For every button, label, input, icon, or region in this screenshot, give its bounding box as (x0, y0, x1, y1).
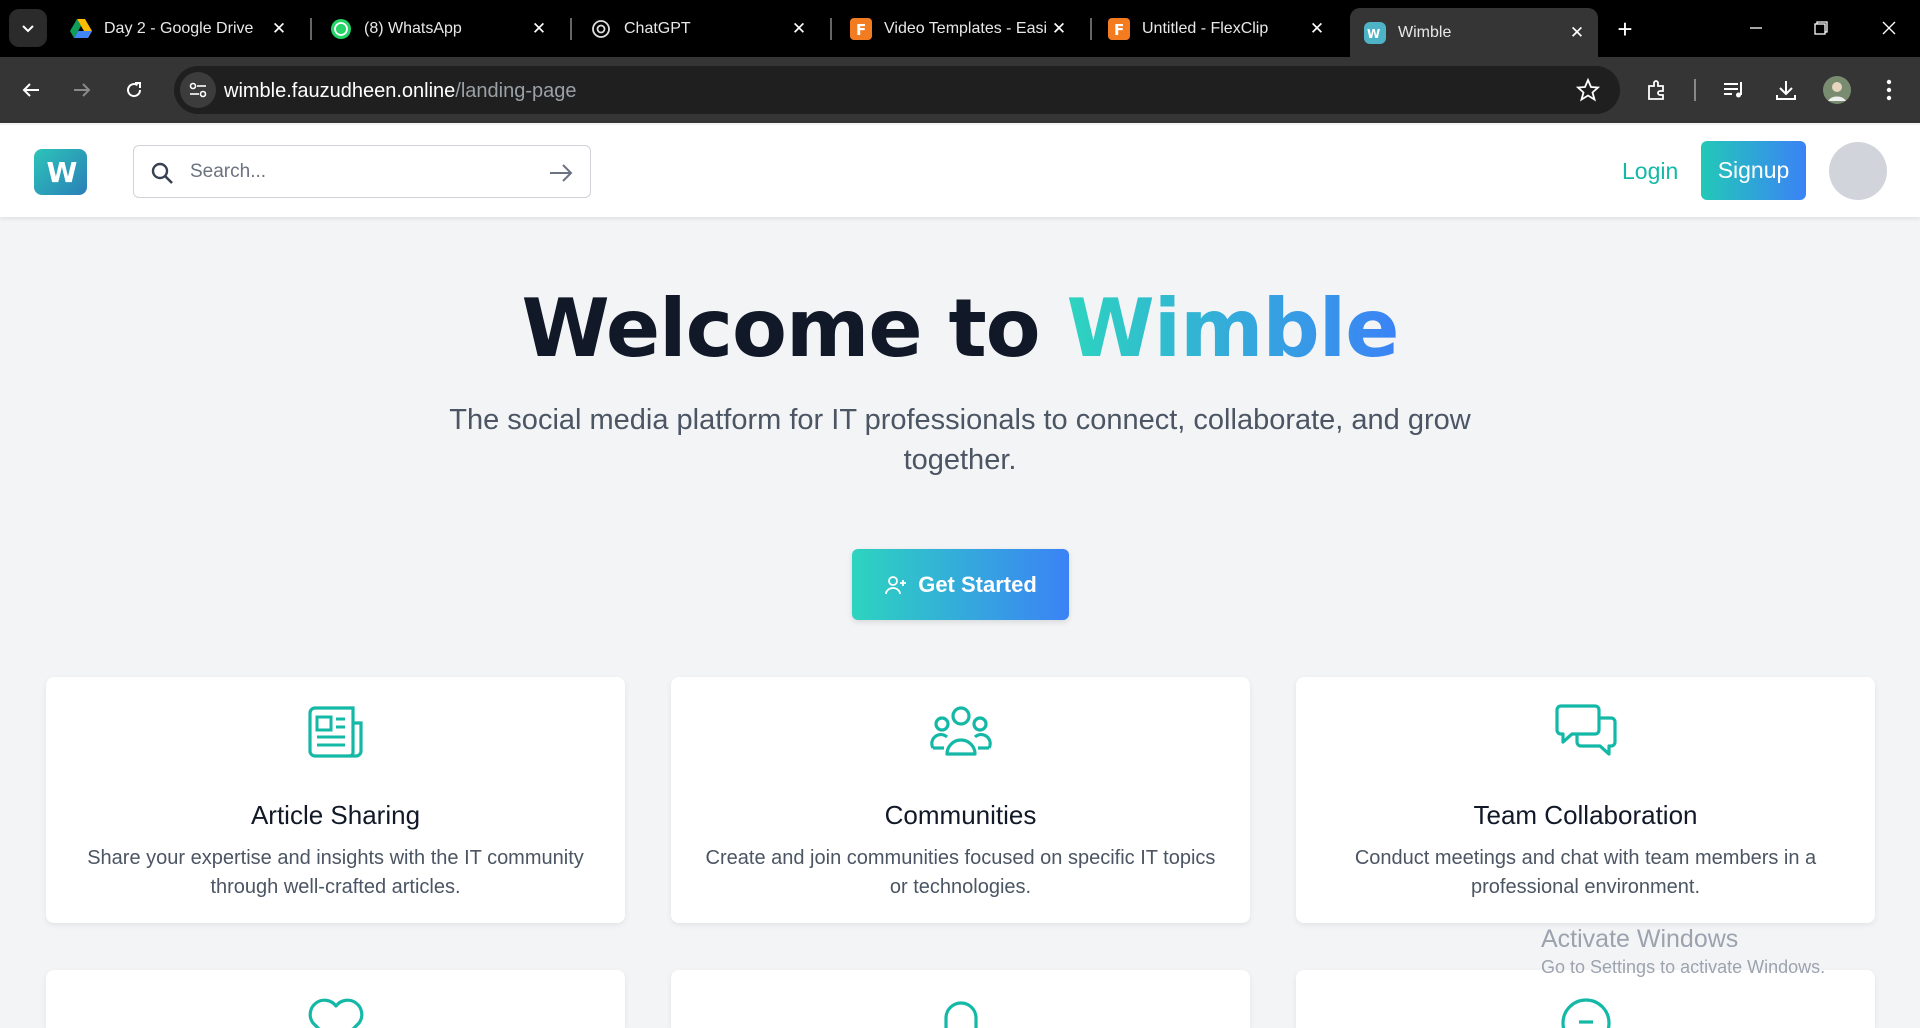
tab-search-button[interactable] (9, 9, 47, 47)
close-icon[interactable]: ✕ (788, 18, 810, 40)
chatgpt-icon (590, 18, 612, 40)
user-plus-icon (885, 575, 907, 594)
url-host: wimble.fauzudheen.online (224, 80, 456, 102)
close-icon[interactable]: ✕ (268, 18, 290, 40)
bookmark-star-icon[interactable] (1575, 77, 1601, 107)
svg-text:F: F (1114, 21, 1124, 39)
forward-button[interactable] (64, 72, 100, 108)
arrow-right-icon[interactable] (548, 161, 574, 190)
restore-icon (1814, 21, 1828, 35)
close-icon[interactable]: ✕ (528, 18, 550, 40)
avatar[interactable] (1829, 142, 1887, 200)
users-group-icon (930, 703, 992, 761)
menu-dots-icon[interactable] (1875, 76, 1903, 104)
search-bar (133, 145, 591, 198)
hero-subtitle: The social media platform for IT profess… (449, 404, 1471, 476)
arrow-right-icon (74, 83, 91, 97)
close-icon[interactable]: ✕ (1566, 22, 1588, 44)
toolbar-divider (1694, 79, 1696, 101)
wimble-logo[interactable]: W (34, 149, 87, 195)
heart-icon (305, 996, 367, 1028)
minimize-button[interactable] (1733, 10, 1779, 46)
flexclip-icon: F (850, 17, 872, 40)
hero-title-prefix: Welcome to (521, 282, 1067, 375)
feature-card-communities: Communities Create and join communities … (671, 677, 1250, 923)
svg-text:W: W (1367, 27, 1380, 41)
tab-title: (8) WhatsApp (364, 19, 462, 37)
chat-bubbles-icon (1555, 703, 1617, 761)
get-started-button[interactable]: Get Started (852, 549, 1069, 620)
chevron-down-icon (22, 25, 34, 33)
close-icon[interactable]: ✕ (1048, 18, 1070, 40)
close-window-button[interactable] (1866, 10, 1912, 46)
url-path: /landing-page (455, 80, 577, 102)
download-icon[interactable] (1772, 76, 1800, 104)
tab-chatgpt[interactable]: ChatGPT ✕ (576, 8, 820, 49)
flexclip-icon: F (1108, 17, 1130, 40)
close-icon (1882, 21, 1896, 35)
tab-flexclip[interactable]: F Untitled - FlexClip ✕ (1094, 8, 1338, 49)
google-drive-icon (70, 18, 92, 40)
newspaper-icon (305, 703, 367, 761)
tab-separator (570, 18, 572, 40)
url-text[interactable]: wimble.fauzudheen.online/landing-page (224, 80, 577, 103)
profile-avatar-icon[interactable] (1823, 76, 1851, 104)
wimble-icon: W (1364, 21, 1386, 44)
feature-title: Article Sharing (250, 800, 421, 830)
feature-card-team-collaboration: Team Collaboration Conduct meetings and … (1296, 677, 1875, 923)
back-button[interactable] (13, 72, 49, 108)
reload-button[interactable] (116, 72, 152, 108)
login-link[interactable]: Login (1622, 158, 1678, 185)
svg-text:F: F (856, 21, 866, 39)
media-queue-icon[interactable] (1720, 76, 1748, 104)
site-info-button[interactable] (180, 72, 216, 108)
site-header: W Login Signup (0, 125, 1920, 217)
arrow-left-icon (22, 83, 39, 97)
restore-button[interactable] (1798, 10, 1844, 46)
tab-title: Day 2 - Google Drive (104, 19, 254, 37)
tab-title: ChatGPT (624, 19, 691, 37)
reload-icon (127, 82, 142, 98)
extensions-icon[interactable] (1643, 76, 1671, 104)
circle-icon (1555, 996, 1617, 1028)
feature-title: Team Collaboration (1473, 800, 1698, 830)
new-tab-button[interactable]: + (1610, 14, 1640, 44)
logo-text: W (46, 155, 78, 189)
get-started-label: Get Started (918, 571, 1037, 597)
minimize-icon (1750, 27, 1762, 29)
address-bar[interactable]: wimble.fauzudheen.online/landing-page (174, 66, 1620, 114)
tab-google-drive[interactable]: Day 2 - Google Drive ✕ (56, 8, 300, 49)
browser-tab-bar: Day 2 - Google Drive ✕ (8) WhatsApp ✕ Ch… (0, 0, 1920, 57)
feature-title: Communities (884, 800, 1037, 830)
feature-card-article-sharing: Article Sharing Share your expertise and… (46, 677, 625, 923)
browser-toolbar: wimble.fauzudheen.online/landing-page (0, 57, 1920, 123)
feature-card-partial (1296, 970, 1875, 1028)
tab-separator (1090, 18, 1092, 40)
tab-wimble[interactable]: W Wimble ✕ (1350, 8, 1598, 57)
tab-video-templates[interactable]: F Video Templates - Easi ✕ (836, 8, 1080, 49)
tune-icon (189, 82, 207, 98)
bell-icon (930, 996, 992, 1028)
tab-separator (830, 18, 832, 40)
activate-windows-subtitle: Go to Settings to activate Windows. (1541, 957, 1826, 977)
tab-title: Untitled - FlexClip (1142, 19, 1269, 37)
tab-whatsapp[interactable]: (8) WhatsApp ✕ (316, 8, 560, 49)
close-icon[interactable]: ✕ (1306, 18, 1328, 40)
tab-title: Wimble (1398, 23, 1452, 41)
whatsapp-icon (330, 18, 352, 40)
feature-card-partial (671, 970, 1250, 1028)
feature-description: Share your expertise and insights with t… (87, 847, 584, 898)
tab-title: Video Templates - Easi (884, 19, 1048, 37)
signup-button[interactable]: Signup (1701, 141, 1806, 200)
feature-description: Create and join communities focused on s… (705, 847, 1216, 898)
tab-separator (310, 18, 312, 40)
feature-card-partial (46, 970, 625, 1028)
search-icon (150, 161, 174, 190)
hero-title: Welcome to Wimble (0, 282, 1920, 375)
hero-title-brand: Wimble (1066, 282, 1400, 375)
search-input[interactable] (190, 158, 520, 186)
activate-windows-title: Activate Windows (1541, 925, 1739, 953)
feature-description: Conduct meetings and chat with team memb… (1354, 847, 1817, 898)
